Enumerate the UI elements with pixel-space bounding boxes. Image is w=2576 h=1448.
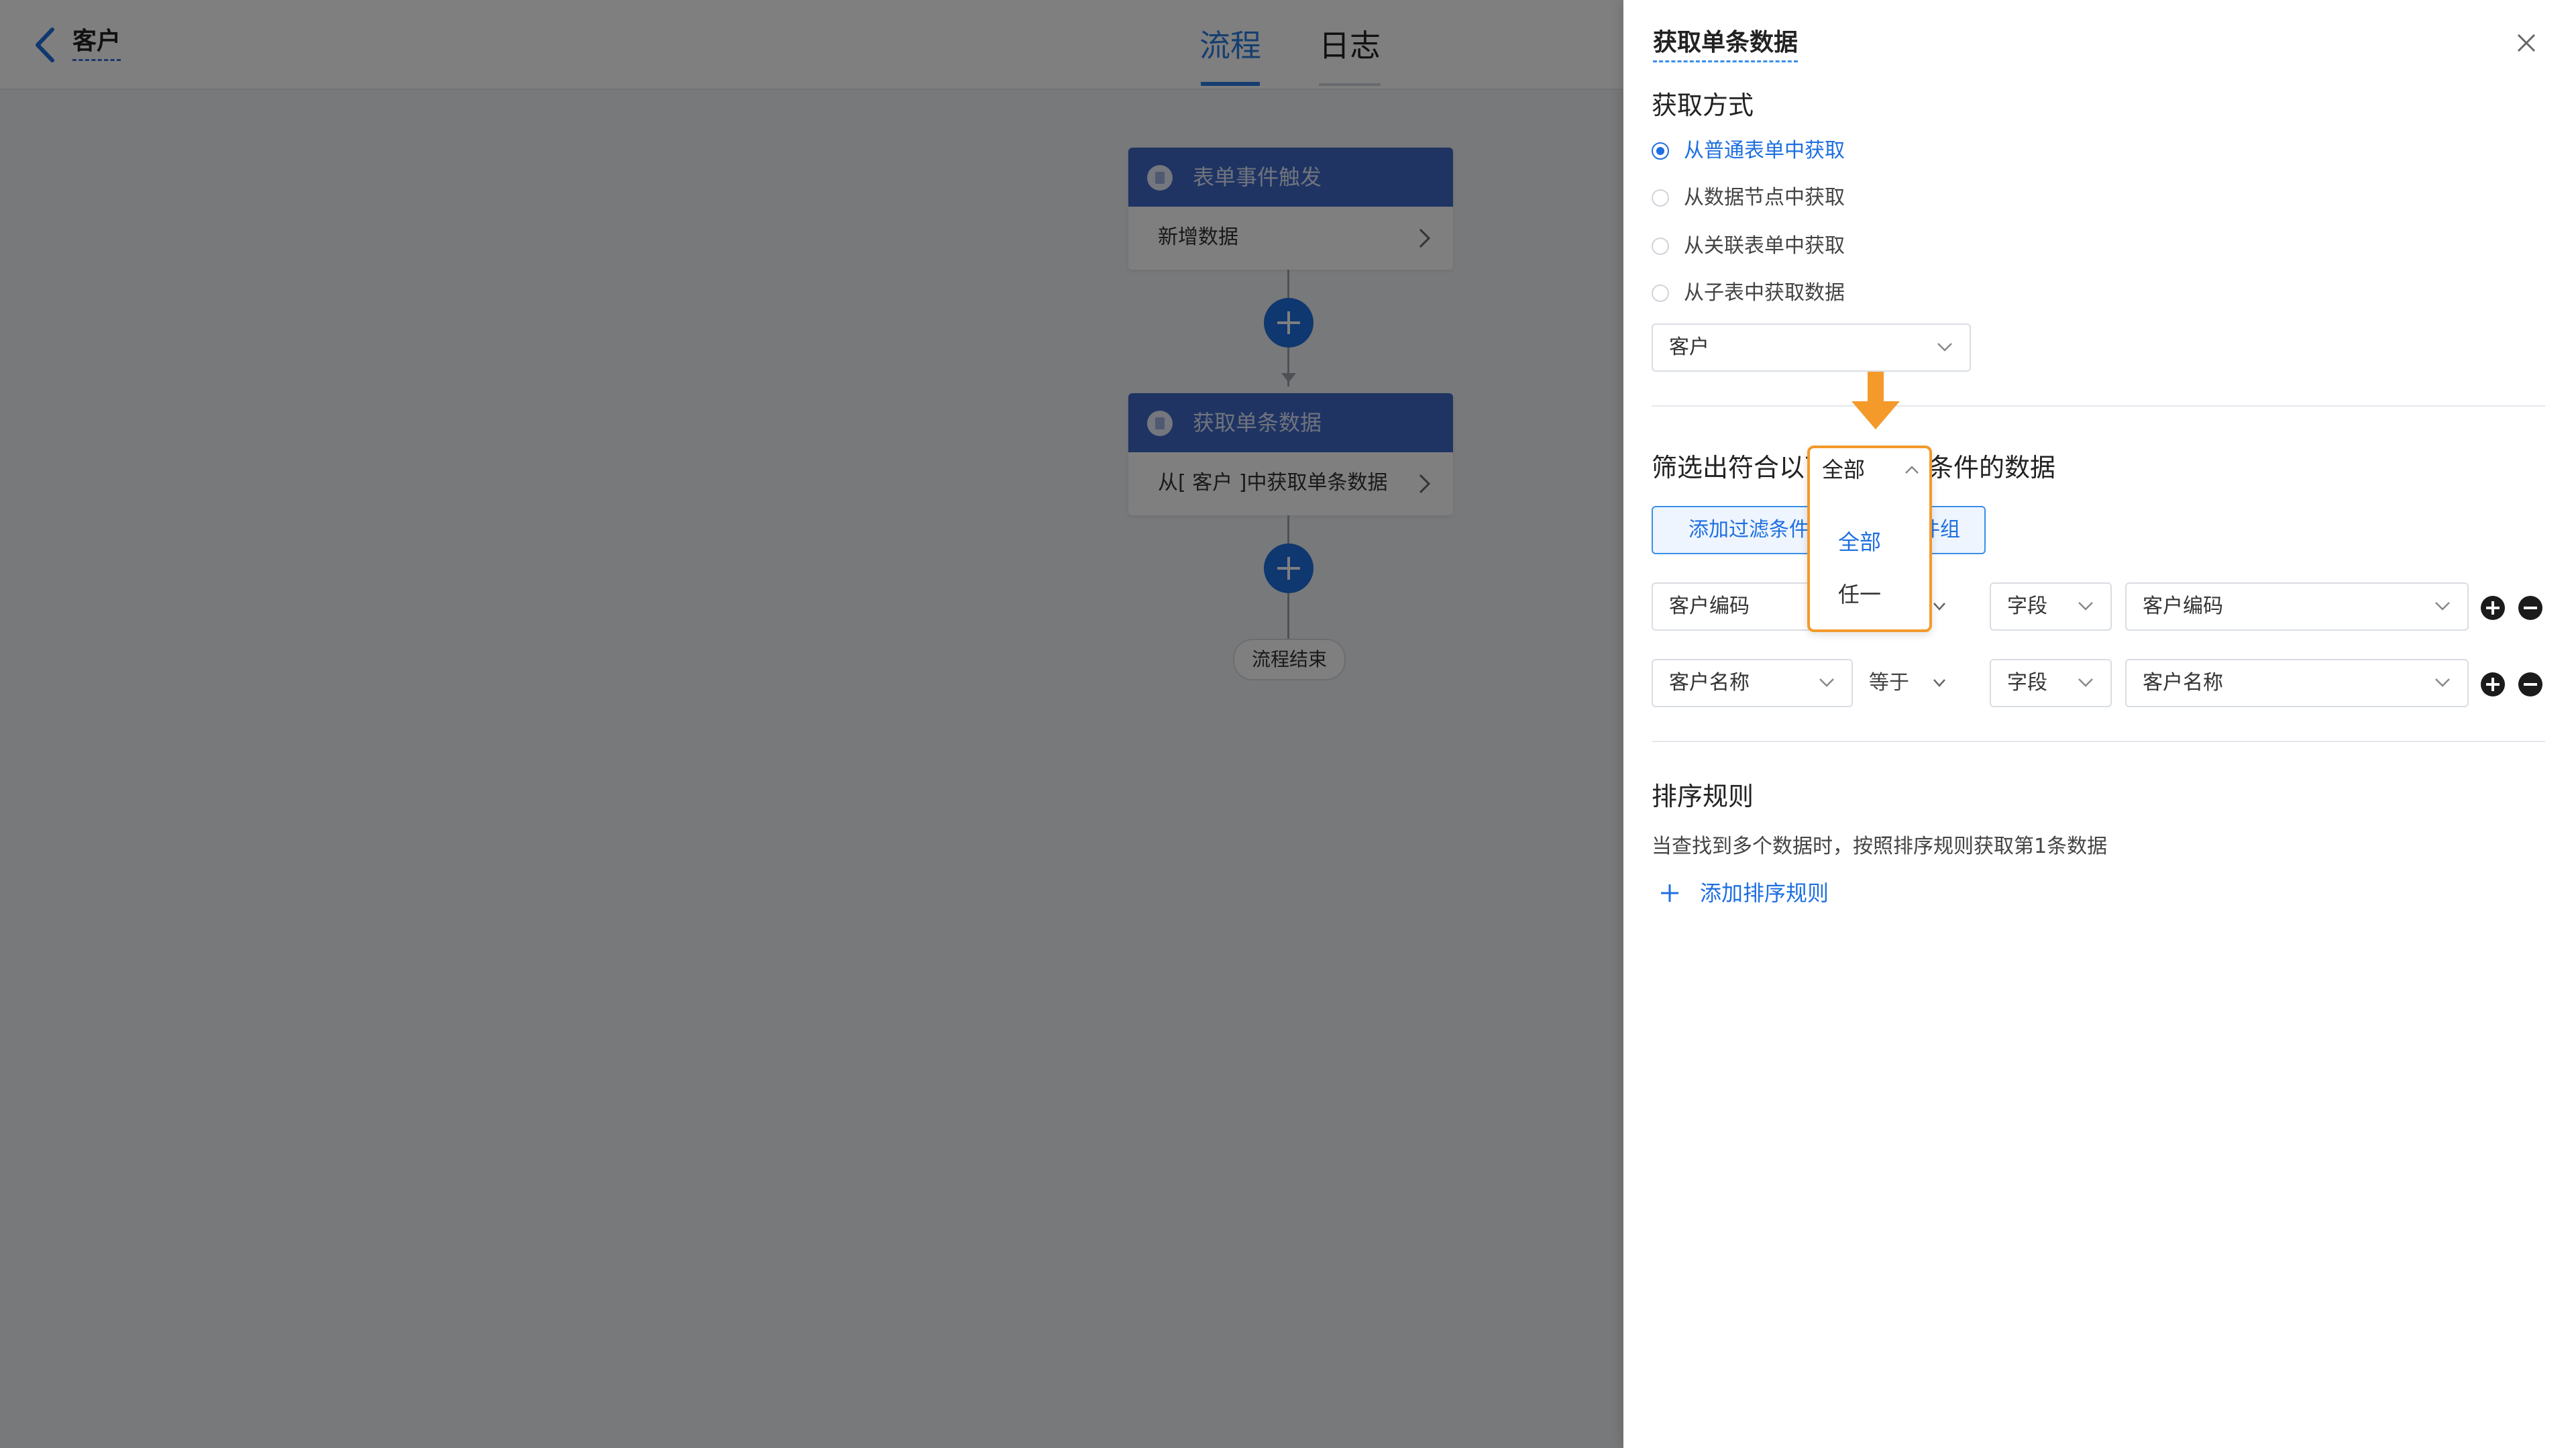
chevron-down-icon <box>2078 602 2093 611</box>
condition-value-select[interactable]: 客户编码 <box>2125 582 2469 631</box>
radio-label: 从普通表单中获取 <box>1684 139 1845 162</box>
radio-unchecked-icon[interactable] <box>1652 189 1669 207</box>
condition-operator-value: 等于 <box>1869 671 1909 694</box>
condition-value-type: 字段 <box>2007 594 2047 618</box>
condition-field-value: 客户名称 <box>1669 671 1750 694</box>
condition-value-select[interactable]: 客户名称 <box>2125 659 2469 707</box>
condition-value: 客户编码 <box>2143 594 2223 618</box>
arrow-down-icon <box>1851 372 1900 429</box>
condition-value: 客户名称 <box>2143 671 2223 694</box>
remove-condition-icon[interactable] <box>2518 672 2542 696</box>
radio-label: 从子表中获取数据 <box>1684 281 1845 305</box>
condition-operator-select[interactable]: 等于 <box>1869 659 1949 707</box>
condition-field-select[interactable]: 客户名称 <box>1652 659 1853 707</box>
condition-field-value: 客户编码 <box>1669 594 1750 618</box>
sort-rules-description: 当查找到多个数据时，按照排序规则获取第1条数据 <box>1652 835 2108 858</box>
condition-value-type-select[interactable]: 字段 <box>1990 582 2112 631</box>
radio-checked-icon[interactable] <box>1652 142 1669 160</box>
match-mode-current: 全部 <box>1822 457 1866 482</box>
section-divider <box>1652 741 2545 742</box>
chevron-down-icon <box>1819 678 1834 687</box>
form-select-value: 客户 <box>1669 335 1709 359</box>
drawer-title: 获取单条数据 <box>1653 27 1799 62</box>
chevron-down-icon <box>1937 343 1952 352</box>
match-mode-select[interactable]: 全部 <box>1822 448 1923 494</box>
close-icon[interactable] <box>2512 28 2541 58</box>
fetch-method-label: 获取方式 <box>1652 91 1754 120</box>
match-mode-option-any[interactable]: 任一 <box>1838 580 1881 609</box>
radio-label: 从数据节点中获取 <box>1684 186 1845 209</box>
match-mode-option-all[interactable]: 全部 <box>1838 527 1881 557</box>
add-condition-icon[interactable] <box>2481 596 2505 620</box>
filter-label-suffix: 条件的数据 <box>1928 453 2056 482</box>
sort-rules-label: 排序规则 <box>1652 782 1754 811</box>
chevron-up-icon <box>1905 466 1919 474</box>
modal-overlay[interactable] <box>0 0 1623 1448</box>
radio-unchecked-icon[interactable] <box>1652 238 1669 255</box>
chevron-down-icon <box>2078 678 2093 687</box>
config-drawer <box>1623 0 2576 1448</box>
filter-label-prefix: 筛选出符合以下 <box>1652 453 1831 482</box>
plus-icon <box>1661 884 1678 902</box>
radio-unchecked-icon[interactable] <box>1652 285 1669 302</box>
condition-value-type: 字段 <box>2007 671 2047 694</box>
remove-condition-icon[interactable] <box>2518 596 2542 620</box>
form-select[interactable]: 客户 <box>1652 323 1971 372</box>
condition-value-type-select[interactable]: 字段 <box>1990 659 2112 707</box>
chevron-down-icon <box>1933 603 1945 611</box>
add-condition-icon[interactable] <box>2481 672 2505 696</box>
chevron-down-icon <box>1933 679 1945 687</box>
section-divider <box>1652 405 2545 407</box>
chevron-down-icon <box>2435 602 2450 611</box>
radio-label: 从关联表单中获取 <box>1684 234 1845 258</box>
chevron-down-icon <box>2435 678 2450 687</box>
add-sort-rule-label: 添加排序规则 <box>1700 880 1829 906</box>
